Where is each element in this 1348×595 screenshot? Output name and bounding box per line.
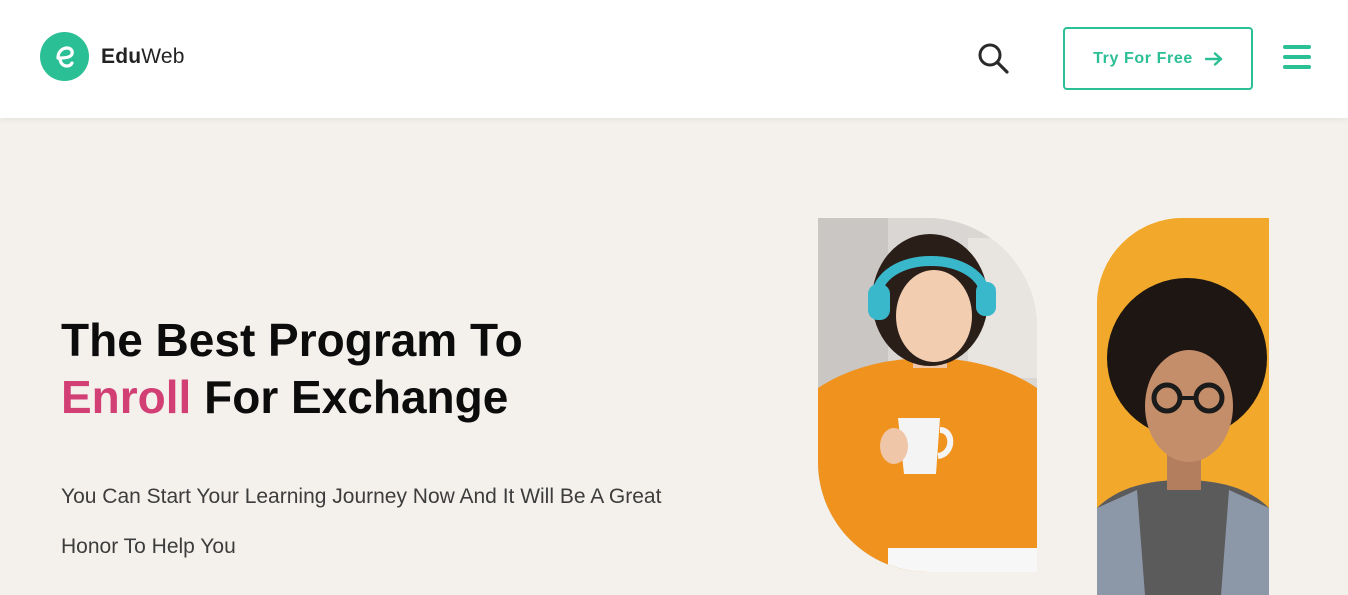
- hero-title-rest: For Exchange: [204, 371, 509, 423]
- brand-logo[interactable]: EduWeb: [40, 32, 185, 81]
- search-button[interactable]: [975, 40, 1011, 76]
- try-for-free-button[interactable]: Try For Free: [1063, 27, 1253, 90]
- hamburger-menu-button[interactable]: [1283, 45, 1311, 71]
- arrow-right-icon: [1204, 51, 1223, 66]
- search-icon: [978, 43, 1009, 74]
- student-curly-hair-photo: [1097, 218, 1269, 595]
- logo-icon: [40, 32, 89, 81]
- hero-subtitle: You Can Start Your Learning Journey Now …: [61, 485, 662, 558]
- hero-title-accent: Enroll: [61, 371, 192, 423]
- hero-title-line1: The Best Program To: [61, 314, 523, 366]
- brand-name: EduWeb: [101, 45, 185, 69]
- site-header: EduWeb Try For Free: [0, 0, 1348, 118]
- student-with-headphones-photo: [818, 218, 1037, 572]
- hero-title: The Best Program To Enroll For Exchange: [61, 312, 761, 426]
- brand-name-regular: Web: [141, 44, 185, 68]
- try-for-free-label: Try For Free: [1093, 49, 1193, 67]
- brand-name-bold: Edu: [101, 44, 142, 68]
- hamburger-bar-3: [1283, 65, 1311, 69]
- hamburger-menu-icon: [1283, 45, 1311, 49]
- hamburger-bar-2: [1283, 55, 1311, 59]
